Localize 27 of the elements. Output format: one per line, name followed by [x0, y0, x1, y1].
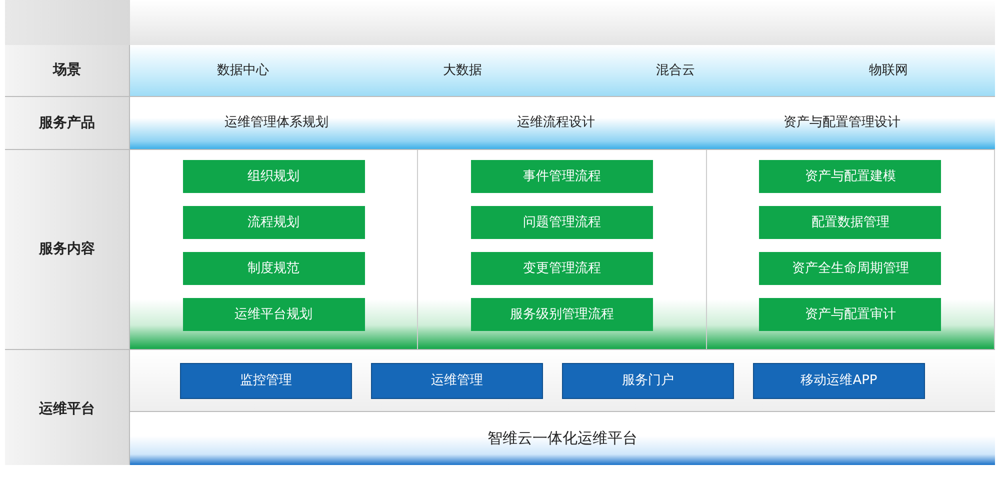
scenario-label: 物联网 [869, 62, 908, 80]
module-block: 监控管理 [180, 362, 352, 398]
service-block: 流程规划 [182, 206, 365, 239]
service-block: 问题管理流程 [470, 206, 653, 239]
product-label: 运维流程设计 [516, 114, 595, 132]
product-label: 运维管理体系规划 [224, 114, 328, 132]
module-block: 移动运维APP [753, 362, 925, 398]
row-label: 场景 [5, 45, 130, 96]
service-block: 变更管理流程 [470, 252, 653, 285]
row-label: 运维平台 [5, 350, 130, 465]
product-label: 资产与配置管理设计 [784, 114, 901, 132]
scenario-label: 混合云 [656, 62, 695, 80]
row-label: 服务内容 [5, 150, 130, 349]
service-block: 资产与配置建模 [759, 160, 942, 193]
module-block: 运维管理 [371, 362, 543, 398]
service-block: 配置数据管理 [759, 206, 942, 239]
service-block: 资产全生命周期管理 [759, 252, 942, 285]
service-block: 资产与配置审计 [759, 298, 942, 331]
scenario-label: 数据中心 [217, 62, 269, 80]
service-block: 组织规划 [182, 160, 365, 193]
service-block: 制度规范 [182, 252, 365, 285]
service-block: 服务级别管理流程 [470, 298, 653, 331]
service-block: 事件管理流程 [470, 160, 653, 193]
row-label: 服务产品 [5, 97, 130, 149]
scenario-label: 大数据 [443, 62, 482, 80]
module-block: 服务门户 [562, 362, 734, 398]
service-block: 运维平台规划 [182, 298, 365, 331]
